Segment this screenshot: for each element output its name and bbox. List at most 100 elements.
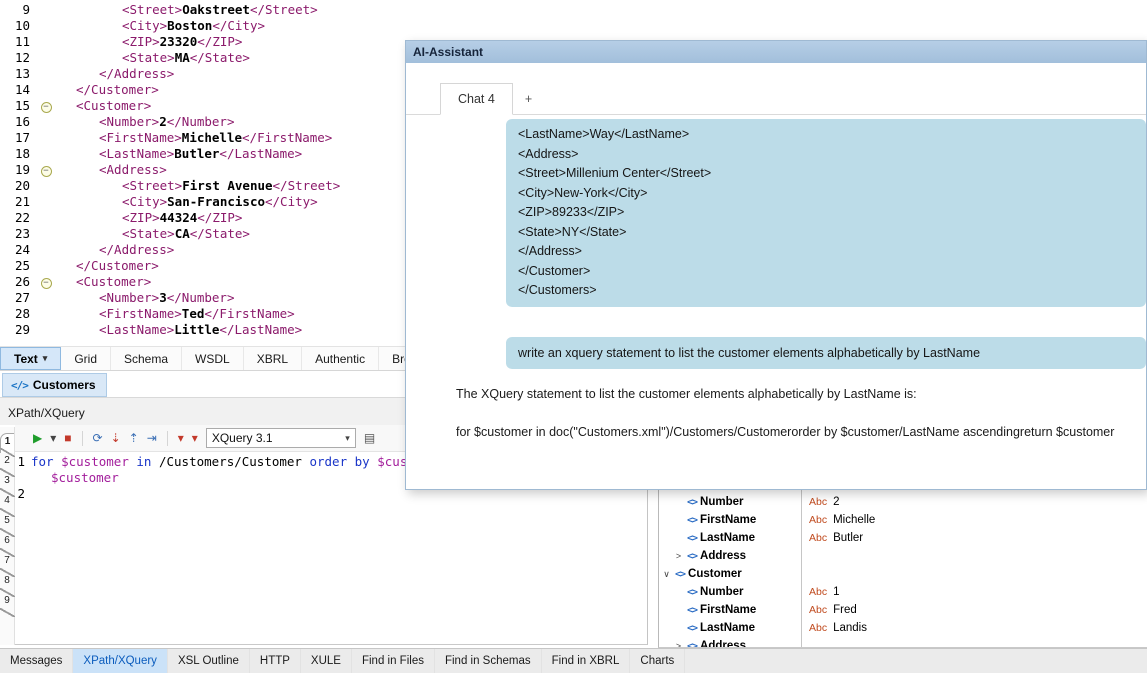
statusbar-tab-find-in-schemas[interactable]: Find in Schemas bbox=[435, 649, 542, 673]
chevron-expanded-icon[interactable]: ∨ bbox=[661, 569, 672, 580]
line-number: 18 bbox=[0, 146, 36, 162]
grid-row[interactable]: ><>Address bbox=[659, 547, 1147, 565]
chevron-collapsed-icon[interactable]: > bbox=[673, 551, 684, 561]
line-number: 12 bbox=[0, 50, 36, 66]
element-icon: <> bbox=[687, 533, 697, 544]
xpath-expression-tab-8[interactable]: 8 bbox=[0, 573, 14, 593]
xml-line-text: </Address> bbox=[56, 242, 174, 258]
fold-collapse-icon[interactable]: − bbox=[36, 98, 56, 114]
grid-name-cell: ><>Address bbox=[659, 640, 801, 648]
grid-name-cell: ><>Address bbox=[659, 550, 801, 562]
element-name: Number bbox=[700, 496, 743, 508]
xpath-expression-tab-2[interactable]: 2 bbox=[0, 453, 14, 473]
element-value: Michelle bbox=[833, 514, 875, 526]
element-name: LastName bbox=[700, 622, 755, 634]
next-match-icon[interactable]: ▾ bbox=[192, 432, 198, 444]
view-tab-label: Text bbox=[14, 352, 38, 366]
step-into-icon[interactable]: ⇣ bbox=[111, 432, 121, 444]
grid-row[interactable]: ∨<>Customer bbox=[659, 565, 1147, 583]
xpath-expression-tab-7[interactable]: 7 bbox=[0, 553, 14, 573]
view-tab-authentic[interactable]: Authentic bbox=[302, 347, 379, 370]
xml-editor-line[interactable]: 9<Street>Oakstreet</Street> bbox=[0, 2, 660, 18]
fold-gutter bbox=[36, 146, 56, 162]
xpath-expression-tab-3[interactable]: 3 bbox=[0, 473, 14, 493]
fold-gutter bbox=[36, 194, 56, 210]
fold-gutter bbox=[36, 290, 56, 306]
fold-collapse-icon[interactable]: − bbox=[36, 274, 56, 290]
chat-xml-line: <City>New-York</City> bbox=[518, 184, 1134, 204]
fold-gutter bbox=[36, 114, 56, 130]
stop-button[interactable]: ■ bbox=[64, 432, 71, 444]
grid-value-cell: AbcMichelle bbox=[801, 514, 875, 526]
grid-name-cell: <>FirstName bbox=[659, 604, 801, 616]
statusbar-tab-http[interactable]: HTTP bbox=[250, 649, 301, 673]
line-number: 23 bbox=[0, 226, 36, 242]
grid-row[interactable]: <>LastNameAbcLandis bbox=[659, 619, 1147, 637]
view-tab-schema[interactable]: Schema bbox=[111, 347, 182, 370]
tab-chat-4[interactable]: Chat 4 bbox=[440, 83, 513, 115]
grid-row[interactable]: ><>Address bbox=[659, 637, 1147, 648]
run-dropdown-icon[interactable]: ▾ bbox=[50, 432, 56, 444]
element-value: Butler bbox=[833, 532, 863, 544]
goto-result-icon[interactable]: ⇥ bbox=[147, 432, 157, 444]
statusbar-tab-xsl-outline[interactable]: XSL Outline bbox=[168, 649, 250, 673]
element-name: Address bbox=[700, 550, 746, 562]
xml-line-text: <Address> bbox=[56, 162, 167, 178]
xml-line-text: <City>San-Francisco</City> bbox=[56, 194, 318, 210]
statusbar-tab-find-in-files[interactable]: Find in Files bbox=[352, 649, 435, 673]
grid-row[interactable]: <>FirstNameAbcMichelle bbox=[659, 511, 1147, 529]
document-tab-customers[interactable]: </> Customers bbox=[2, 373, 107, 397]
xpath-expression-tab-1[interactable]: 1 bbox=[0, 433, 14, 453]
grid-row[interactable]: <>NumberAbc2 bbox=[659, 493, 1147, 511]
fold-gutter bbox=[36, 306, 56, 322]
grid-row[interactable]: <>FirstNameAbcFred bbox=[659, 601, 1147, 619]
xquery-version-select[interactable]: XQuery 3.1▾ bbox=[206, 428, 356, 448]
ai-assistant-titlebar[interactable]: AI-Assistant bbox=[406, 41, 1146, 63]
xml-editor-line[interactable]: 10<City>Boston</City> bbox=[0, 18, 660, 34]
grid-name-cell: ∨<>Customer bbox=[659, 568, 801, 580]
xml-line-text: <LastName>Butler</LastName> bbox=[56, 146, 302, 162]
view-tab-wsdl[interactable]: WSDL bbox=[182, 347, 244, 370]
chat-xml-line: <ZIP>89233</ZIP> bbox=[518, 203, 1134, 223]
statusbar-tab-messages[interactable]: Messages bbox=[0, 649, 73, 673]
chevron-collapsed-icon[interactable]: > bbox=[673, 641, 684, 648]
xml-line-text: <Number>3</Number> bbox=[56, 290, 234, 306]
fold-collapse-icon[interactable]: − bbox=[36, 162, 56, 178]
chat-xml-line: <State>NY</State> bbox=[518, 223, 1134, 243]
view-tab-text[interactable]: Text▾ bbox=[0, 347, 61, 370]
statusbar-tab-xpath-xquery[interactable]: XPath/XQuery bbox=[73, 649, 168, 673]
run-button[interactable]: ▶ bbox=[33, 432, 42, 444]
line-number: 15 bbox=[0, 98, 36, 114]
step-out-icon[interactable]: ⇡ bbox=[129, 432, 139, 444]
view-tab-grid[interactable]: Grid bbox=[61, 347, 111, 370]
grid-name-cell: <>FirstName bbox=[659, 514, 801, 526]
xquery-code-text: $customer bbox=[25, 470, 119, 486]
grid-name-cell: <>LastName bbox=[659, 532, 801, 544]
element-name: FirstName bbox=[700, 604, 756, 616]
line-number: 13 bbox=[0, 66, 36, 82]
view-tab-xbrl[interactable]: XBRL bbox=[244, 347, 302, 370]
refresh-icon[interactable]: ⟳ bbox=[93, 432, 103, 444]
new-chat-button[interactable]: + bbox=[513, 84, 544, 114]
xquery-code-text: for $customer in /Customers/Customer ord… bbox=[25, 454, 407, 470]
chat-history[interactable]: <LastName>Way</LastName><Address><Street… bbox=[406, 115, 1146, 489]
grid-row[interactable]: <>LastNameAbcButler bbox=[659, 529, 1147, 547]
element-icon: <> bbox=[687, 587, 697, 598]
statusbar-tab-xule[interactable]: XULE bbox=[301, 649, 352, 673]
fold-gutter bbox=[36, 242, 56, 258]
xpath-expression-tab-5[interactable]: 5 bbox=[0, 513, 14, 533]
editor-options-icon[interactable]: ▤ bbox=[364, 432, 375, 444]
xml-line-text: <Number>2</Number> bbox=[56, 114, 234, 130]
output-window-tabs: MessagesXPath/XQueryXSL OutlineHTTPXULEF… bbox=[0, 648, 1147, 673]
prev-match-icon[interactable]: ▾ bbox=[178, 432, 184, 444]
statusbar-tab-charts[interactable]: Charts bbox=[630, 649, 685, 673]
xml-line-text: <Customer> bbox=[56, 98, 151, 114]
grid-row[interactable]: <>NumberAbc1 bbox=[659, 583, 1147, 601]
xpath-expression-tab-6[interactable]: 6 bbox=[0, 533, 14, 553]
xpath-expression-tab-9[interactable]: 9 bbox=[0, 593, 14, 613]
chat-xml-line: </Customer> bbox=[518, 262, 1134, 282]
xpath-expression-tab-4[interactable]: 4 bbox=[0, 493, 14, 513]
statusbar-tab-find-in-xbrl[interactable]: Find in XBRL bbox=[542, 649, 631, 673]
element-value: 1 bbox=[833, 586, 839, 598]
element-name: Address bbox=[700, 640, 746, 648]
